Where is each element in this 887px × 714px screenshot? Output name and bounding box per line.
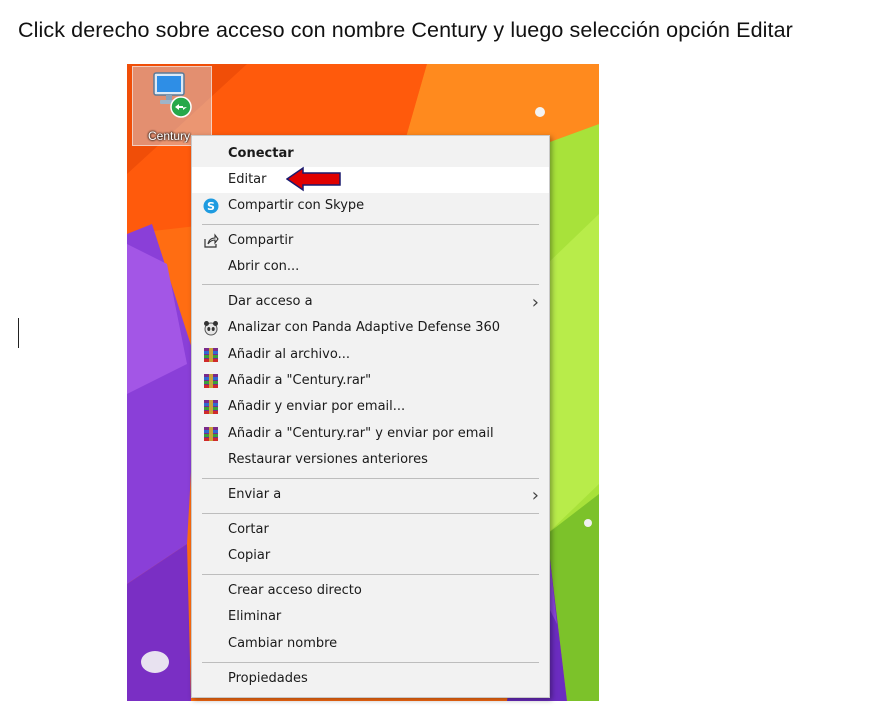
share-icon [203,233,219,249]
winrar-icon [203,373,219,389]
text-cursor [18,318,19,348]
menu-item-compartir[interactable]: Compartir [192,228,549,254]
menu-item-label: Compartir [228,233,294,248]
chevron-right-icon: › [531,292,539,313]
skype-icon: S [203,198,219,214]
menu-item-label: Abrir con... [228,259,300,274]
context-menu: Conectar Editar S Compartir con Skype Co… [191,135,550,698]
menu-item-enviar-a[interactable]: Enviar a › [192,482,549,508]
menu-item-label: Copiar [228,548,271,563]
menu-item-label: Cortar [228,522,269,537]
red-arrow-annotation [286,166,341,192]
panda-icon [203,320,219,336]
menu-item-label: Conectar [228,146,294,161]
menu-item-cambiar-nombre[interactable]: Cambiar nombre [192,631,549,657]
menu-item-label: Añadir y enviar por email... [228,399,406,414]
menu-item-label: Añadir al archivo... [228,347,350,362]
instruction-text: Click derecho sobre acceso con nombre Ce… [18,18,793,42]
menu-item-restaurar-versiones[interactable]: Restaurar versiones anteriores [192,447,549,473]
menu-item-copiar[interactable]: Copiar [192,543,549,569]
menu-item-anadir-century-rar[interactable]: Añadir a "Century.rar" [192,368,549,394]
menu-item-cortar[interactable]: Cortar [192,517,549,543]
menu-item-label: Restaurar versiones anteriores [228,452,428,467]
menu-item-conectar[interactable]: Conectar [192,141,549,167]
menu-item-label: Crear acceso directo [228,583,362,598]
chevron-right-icon: › [531,485,539,506]
menu-item-label: Compartir con Skype [228,198,365,213]
menu-separator [202,574,539,575]
menu-item-crear-acceso-directo[interactable]: Crear acceso directo [192,578,549,604]
menu-item-label: Añadir a "Century.rar" y enviar por emai… [228,426,494,441]
menu-item-compartir-skype[interactable]: S Compartir con Skype [192,193,549,219]
menu-item-label: Propiedades [228,671,308,686]
menu-item-propiedades[interactable]: Propiedades [192,666,549,692]
menu-item-analizar-panda[interactable]: Analizar con Panda Adaptive Defense 360 [192,315,549,341]
svg-text:S: S [207,200,215,213]
menu-item-label: Añadir a "Century.rar" [228,373,372,388]
menu-separator [202,478,539,479]
menu-item-anadir-enviar-email[interactable]: Añadir y enviar por email... [192,394,549,420]
menu-item-label: Eliminar [228,609,282,624]
menu-item-editar[interactable]: Editar [192,167,549,193]
menu-separator [202,662,539,663]
winrar-icon [203,426,219,442]
winrar-icon [203,347,219,363]
menu-item-label: Editar [228,172,267,187]
remote-desktop-icon [153,72,192,118]
menu-separator [202,513,539,514]
menu-item-eliminar[interactable]: Eliminar [192,604,549,630]
menu-item-anadir-archivo[interactable]: Añadir al archivo... [192,342,549,368]
winrar-icon [203,399,219,415]
menu-item-label: Enviar a [228,487,282,502]
menu-item-label: Dar acceso a [228,294,313,309]
menu-item-label: Cambiar nombre [228,636,338,651]
century-shortcut-icon[interactable]: Century [132,66,212,146]
menu-item-anadir-rar-enviar-email[interactable]: Añadir a "Century.rar" y enviar por emai… [192,421,549,447]
menu-separator [202,224,539,225]
menu-item-dar-acceso[interactable]: Dar acceso a › [192,289,549,315]
menu-item-abrir-con[interactable]: Abrir con... [192,254,549,280]
menu-item-label: Analizar con Panda Adaptive Defense 360 [228,320,501,335]
menu-separator [202,284,539,285]
